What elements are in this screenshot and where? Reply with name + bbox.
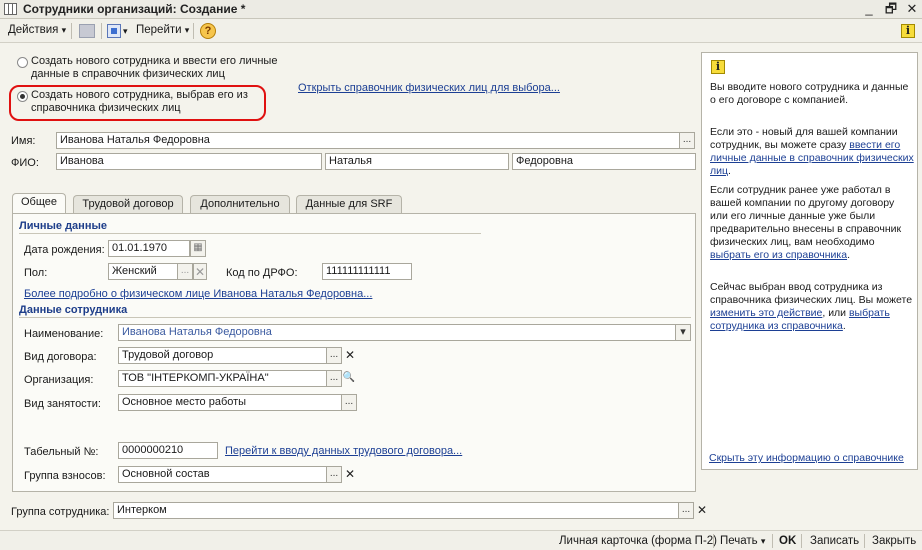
minimize-button[interactable]: _ [860, 1, 878, 17]
calendar-icon[interactable]: ▦ [190, 240, 206, 257]
section-divider [19, 233, 481, 234]
drfo-field[interactable]: 111111111111 [322, 263, 412, 280]
info-paragraph-new: Если это - новый для вашей компании сотр… [710, 126, 914, 177]
bottom-bar: Личная карточка (форма П-2) Печать ▾ OK … [0, 530, 922, 550]
arrow-icon [111, 28, 117, 34]
gender-field[interactable]: Женский [108, 263, 178, 280]
contract-type-field[interactable]: Трудовой договор [118, 347, 327, 364]
tab-labor-contract[interactable]: Трудовой договор [73, 195, 183, 213]
organization-label: Организация: [24, 374, 94, 386]
contract-type-clear-icon[interactable]: ✕ [343, 347, 357, 364]
name-select-button[interactable]: ... [679, 132, 695, 149]
patronymic-field[interactable]: Федоровна [512, 153, 696, 170]
birth-date-label: Дата рождения: [24, 244, 105, 256]
toolbar-separator [193, 23, 194, 39]
info-panel: i Вы вводите нового сотрудника и данные … [701, 52, 918, 470]
tab-general[interactable]: Общее [12, 193, 66, 214]
contract-type-select-button[interactable]: ... [326, 347, 342, 364]
info-paragraph-existing: Если сотрудник ранее уже работал в вашей… [710, 184, 902, 261]
tab-panel-general: Личные данные Дата рождения: 01.01.1970 … [12, 213, 696, 492]
title-bar: Сотрудники организаций: Создание * _ 🗗 ✕ [0, 0, 922, 19]
employment-type-field[interactable]: Основное место работы [118, 394, 342, 411]
bottom-separator [801, 534, 802, 548]
structure-icon[interactable] [107, 24, 121, 38]
chevron-down-icon: ▾ [184, 25, 190, 35]
chevron-down-icon: ▾ [61, 25, 67, 35]
save-button[interactable]: Записать [810, 535, 859, 547]
print-menu-button[interactable]: Печать ▾ [720, 535, 765, 547]
help-icon[interactable]: ? [200, 23, 216, 39]
info-paragraph-intro: Вы вводите нового сотрудника и данные о … [710, 81, 909, 106]
contract-type-label: Вид договора: [24, 351, 97, 363]
bottom-separator [772, 534, 773, 548]
toolbar-separator [101, 23, 102, 39]
radio-create-new-label[interactable]: Создать нового сотрудника и ввести его л… [31, 55, 291, 81]
bottom-separator [713, 534, 714, 548]
search-icon[interactable]: 🔍 [342, 370, 356, 387]
ok-button[interactable]: OK [779, 535, 796, 547]
close-window-button[interactable]: ✕ [903, 1, 921, 17]
personal-card-button[interactable]: Личная карточка (форма П-2) [559, 535, 717, 547]
name-field[interactable]: Иванова Наталья Федоровна [56, 132, 680, 149]
contribution-group-field[interactable]: Основной состав [118, 466, 327, 483]
chevron-down-icon: ▾ [760, 536, 766, 546]
chevron-down-icon[interactable]: ▾ [123, 26, 128, 37]
employee-data-section-title: Данные сотрудника [19, 304, 128, 316]
tab-additional[interactable]: Дополнительно [190, 195, 290, 213]
open-directory-link[interactable]: Открыть справочник физических лиц для вы… [298, 82, 560, 94]
toolbar-separator [71, 23, 72, 39]
goto-menu-button[interactable]: Перейти ▾ [136, 24, 189, 36]
first-name-field[interactable]: Наталья [325, 153, 509, 170]
employee-group-clear-icon[interactable]: ✕ [695, 502, 709, 519]
toolbar: Действия ▾ ▾ Перейти ▾ ? i [0, 19, 922, 43]
naming-field[interactable]: Иванова Наталья Федоровна [118, 324, 676, 341]
employee-group-field[interactable]: Интерком [113, 502, 679, 519]
section-divider [19, 317, 691, 318]
print-label: Печать [720, 535, 758, 547]
tab-number-field[interactable]: 0000000210 [118, 442, 218, 459]
more-person-info-link[interactable]: Более подробно о физическом лице Иванова… [24, 288, 372, 300]
close-button[interactable]: Закрыть [872, 535, 916, 547]
tab-number-label: Табельный №: [24, 446, 99, 458]
form-icon [4, 3, 17, 15]
radio-select-existing[interactable] [17, 91, 28, 102]
name-label: Имя: [11, 135, 36, 147]
organization-select-button[interactable]: ... [326, 370, 342, 387]
radio-create-new[interactable] [17, 57, 28, 68]
window-title: Сотрудники организаций: Создание * [23, 2, 246, 16]
organization-field[interactable]: ТОВ "ІНТЕРКОМП-УКРАЇНА" [118, 370, 327, 387]
contribution-group-clear-icon[interactable]: ✕ [343, 466, 357, 483]
change-action-link[interactable]: изменить это действие [710, 307, 822, 319]
post-icon[interactable] [79, 24, 95, 38]
hide-info-link[interactable]: Скрыть эту информацию о справочнике [709, 452, 904, 464]
info-toggle-icon[interactable]: i [901, 24, 915, 38]
info-paragraph-current: Сейчас выбран ввод сотрудника из справоч… [710, 281, 913, 332]
contract-input-link[interactable]: Перейти к вводу данных трудового договор… [225, 445, 462, 457]
gender-label: Пол: [24, 267, 48, 279]
personal-data-section-title: Личные данные [19, 220, 107, 232]
employment-type-select-button[interactable]: ... [341, 394, 357, 411]
naming-label: Наименование: [24, 328, 104, 340]
actions-menu-label: Действия [8, 24, 59, 36]
employee-group-label: Группа сотрудника: [11, 506, 110, 518]
employment-type-label: Вид занятости: [24, 398, 101, 410]
gender-select-button[interactable]: ... [177, 263, 193, 280]
gender-clear-icon[interactable]: ✕ [193, 263, 207, 280]
select-from-directory-link[interactable]: выбрать его из справочника [710, 249, 847, 261]
bottom-separator [864, 534, 865, 548]
surname-field[interactable]: Иванова [56, 153, 322, 170]
actions-menu-button[interactable]: Действия ▾ [8, 24, 66, 36]
restore-button[interactable]: 🗗 [882, 1, 900, 17]
contribution-group-label: Группа взносов: [24, 470, 106, 482]
tab-srf-data[interactable]: Данные для SRF [296, 195, 402, 213]
drfo-label: Код по ДРФО: [226, 267, 298, 279]
birth-date-field[interactable]: 01.01.1970 [108, 240, 190, 257]
employee-group-select-button[interactable]: ... [678, 502, 694, 519]
radio-select-existing-label[interactable]: Создать нового сотрудника, выбрав его из… [31, 89, 263, 115]
info-icon: i [711, 60, 725, 74]
naming-dropdown-icon[interactable]: ▾ [675, 324, 691, 341]
contribution-group-select-button[interactable]: ... [326, 466, 342, 483]
goto-menu-label: Перейти [136, 24, 182, 36]
fio-label: ФИО: [11, 157, 39, 169]
